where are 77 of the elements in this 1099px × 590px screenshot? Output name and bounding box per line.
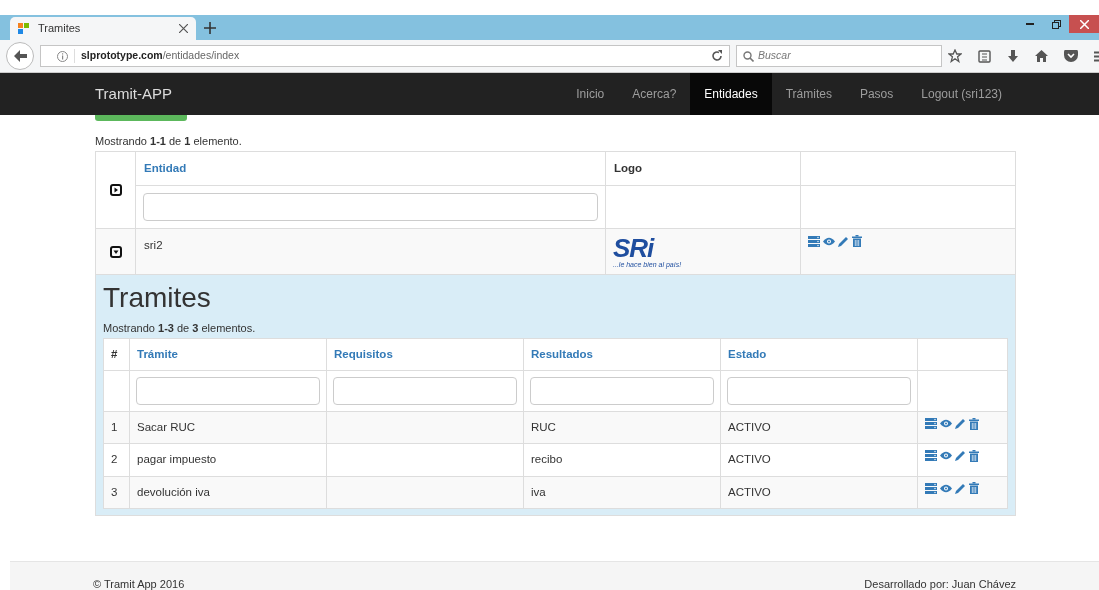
nav-link[interactable]: Entidades: [690, 73, 772, 115]
filter-field[interactable]: [143, 192, 598, 221]
reload-icon[interactable]: [711, 50, 723, 62]
table-cell: devolución iva: [137, 485, 210, 498]
edit-icon[interactable]: [955, 418, 966, 430]
restore-icon: [1051, 19, 1061, 29]
home-icon[interactable]: [1035, 50, 1048, 62]
column-header: #: [111, 347, 118, 360]
table-cell: Sacar RUC: [137, 421, 196, 434]
column-sort-link[interactable]: Requisitos: [334, 347, 393, 360]
address-bar[interactable]: slprototype.com/entidades/index: [40, 45, 730, 67]
list-icon[interactable]: [925, 482, 937, 494]
column-sort-link[interactable]: Entidad: [144, 161, 187, 174]
edit-icon[interactable]: [955, 450, 966, 462]
filter-field[interactable]: [136, 377, 320, 406]
copyright-text: © Tramit App 2016: [93, 577, 185, 590]
nav-link[interactable]: Acerca?: [618, 73, 691, 115]
edit-icon[interactable]: [838, 235, 849, 247]
column-sort-link[interactable]: Resultados: [531, 347, 593, 360]
minimize-icon: [1026, 23, 1034, 25]
table-cell: pagar impuesto: [137, 453, 217, 466]
close-window-button[interactable]: [1069, 15, 1099, 33]
view-icon[interactable]: [940, 419, 952, 429]
list-icon[interactable]: [925, 418, 937, 430]
delete-icon[interactable]: [852, 235, 862, 248]
section-title: Tramites: [103, 280, 212, 315]
delete-icon[interactable]: [969, 417, 979, 430]
delete-icon[interactable]: [969, 449, 979, 462]
entity-name: sri2: [144, 238, 163, 251]
list-icon[interactable]: [808, 235, 820, 247]
edit-icon[interactable]: [955, 482, 966, 494]
view-icon[interactable]: [940, 483, 952, 493]
expand-icon[interactable]: [109, 183, 122, 196]
table-cell: ACTIVO: [728, 421, 771, 434]
app-icon: [18, 22, 30, 35]
search-icon: [743, 50, 754, 62]
filter-field[interactable]: [333, 377, 517, 406]
table-cell: 1: [111, 421, 118, 434]
close-icon: [1079, 19, 1089, 29]
download-icon[interactable]: [1007, 49, 1019, 63]
table-cell: ACTIVO: [728, 485, 771, 498]
back-button[interactable]: [6, 42, 34, 70]
table-cell: recibo: [531, 453, 563, 466]
url-text: slprototype.com/entidades/index: [81, 48, 240, 64]
new-tab-icon[interactable]: [204, 22, 216, 34]
clipboard-icon[interactable]: [978, 49, 991, 63]
info-icon[interactable]: [57, 50, 68, 62]
nav-link[interactable]: Pasos: [845, 73, 908, 115]
filter-field[interactable]: [530, 377, 714, 406]
view-icon[interactable]: [823, 236, 835, 246]
nav-link[interactable]: Trámites: [771, 73, 846, 115]
table-cell: ACTIVO: [728, 453, 771, 466]
author-credit: Desarrollado por: Juan Chávez: [864, 577, 1016, 590]
app-brand[interactable]: Tramit-APP: [95, 82, 172, 106]
tab-title: Tramites: [38, 21, 81, 37]
column-sort-link[interactable]: Trámite: [137, 347, 178, 360]
table-cell: 2: [111, 453, 118, 466]
table-cell: 3: [111, 485, 118, 498]
view-icon[interactable]: [940, 451, 952, 461]
list-icon[interactable]: [925, 450, 937, 462]
nav-link[interactable]: Logout (sri123): [907, 73, 1016, 115]
column-header: Logo: [614, 161, 643, 174]
result-summary: Mostrando 1-1 de 1 elemento.: [95, 134, 243, 149]
collapse-icon[interactable]: [109, 245, 122, 258]
column-sort-link[interactable]: Estado: [728, 347, 767, 360]
filter-field[interactable]: [727, 377, 911, 406]
pocket-icon[interactable]: [1064, 50, 1078, 62]
nav-link[interactable]: Inicio: [562, 73, 619, 115]
browser-tab[interactable]: Tramites: [10, 17, 196, 40]
table-cell: iva: [531, 485, 546, 498]
back-icon: [13, 50, 27, 62]
close-icon[interactable]: [179, 24, 188, 33]
search-field[interactable]: Buscar: [736, 45, 942, 67]
delete-icon[interactable]: [969, 482, 979, 495]
result-summary: Mostrando 1-3 de 3 elementos.: [103, 321, 257, 337]
table-cell: RUC: [531, 421, 556, 434]
star-icon[interactable]: [948, 49, 962, 63]
